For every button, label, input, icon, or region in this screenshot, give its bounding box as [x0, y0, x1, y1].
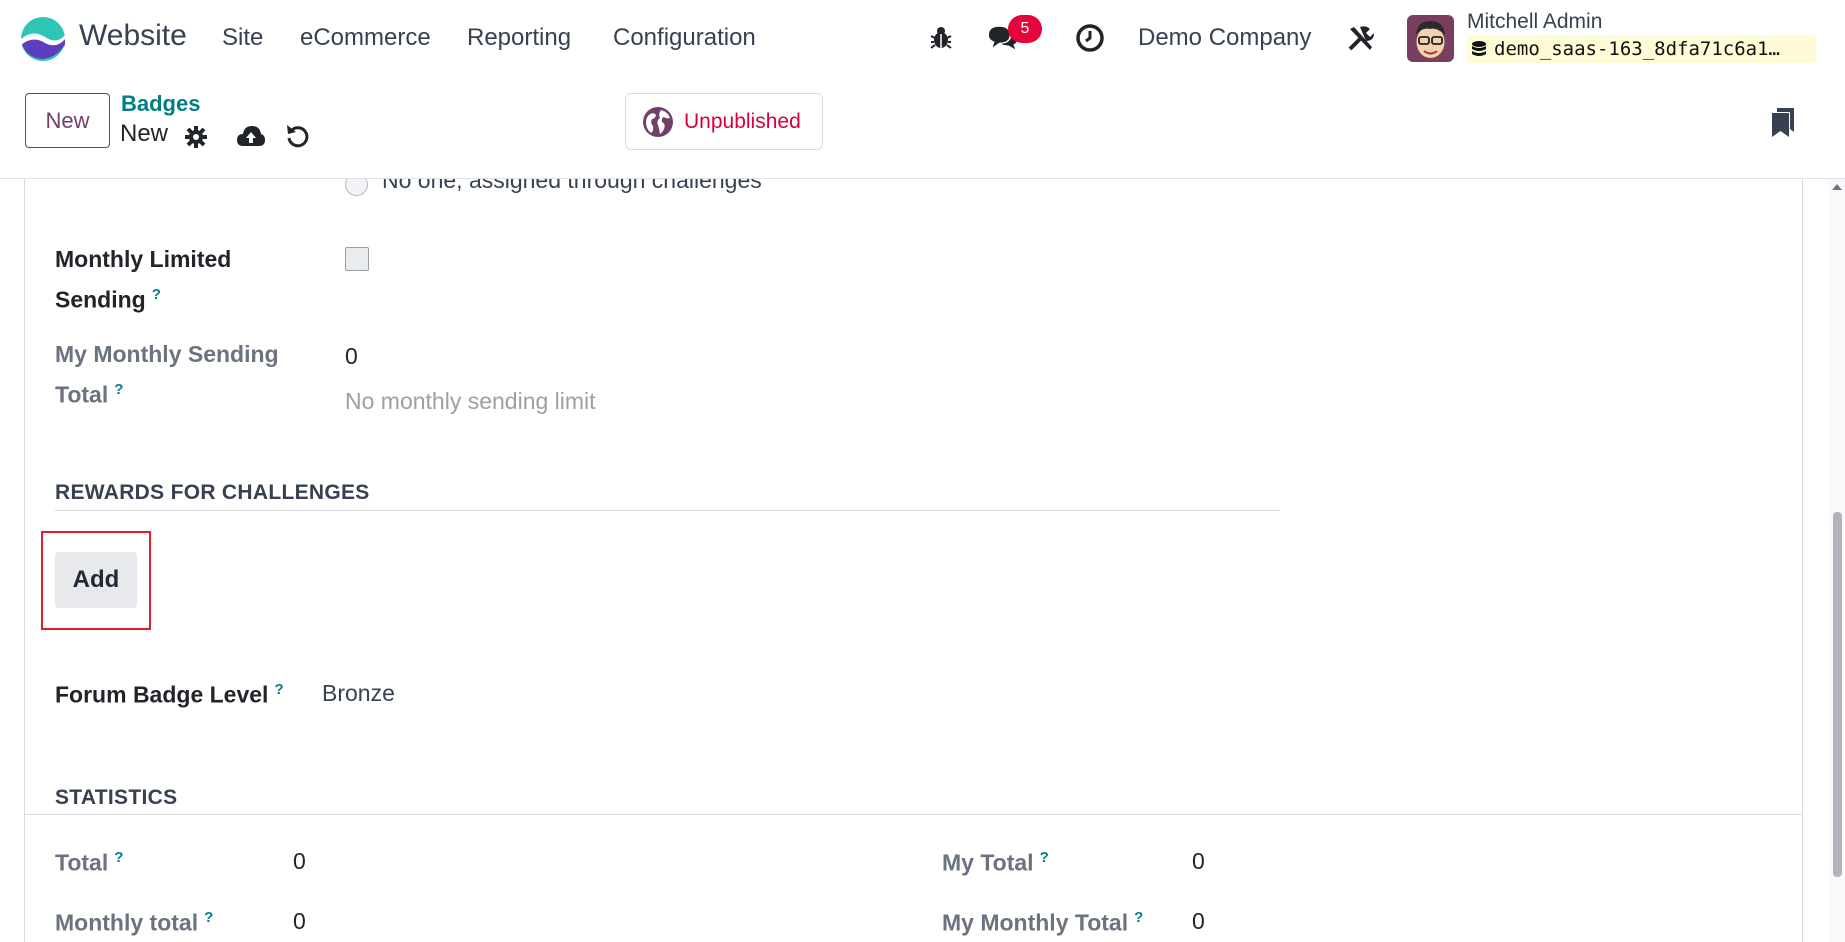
database-label: demo_saas-163_8dfa71c6a1… — [1494, 38, 1780, 60]
statistics-section-title: STATISTICS — [55, 786, 178, 809]
add-button[interactable]: Add — [55, 552, 137, 608]
rewards-divider — [55, 510, 1280, 511]
monthly-limited-label: Monthly Limited Sending? — [55, 241, 231, 318]
new-button[interactable]: New — [25, 93, 110, 148]
scroll-up-icon[interactable] — [1831, 181, 1843, 193]
my-monthly-sending-label-line1: My Monthly Sending — [55, 341, 279, 367]
menu-site[interactable]: Site — [222, 24, 263, 52]
app-logo-icon[interactable] — [19, 15, 67, 63]
cloud-upload-icon[interactable] — [236, 122, 266, 150]
stat-my-total-value: 0 — [1192, 848, 1205, 874]
radio-no-one-label: No one, assigned through challenges — [382, 179, 762, 193]
stat-my-total-text: My Total — [942, 849, 1034, 876]
stat-total-text: Total — [55, 849, 109, 876]
undo-icon[interactable] — [284, 122, 312, 150]
stat-monthly-total-label: Monthly total? — [55, 900, 213, 941]
database-name: demo_saas-163_8dfa71c6a1… — [1467, 35, 1816, 63]
publish-status-label: Unpublished — [684, 109, 801, 133]
scrollbar-thumb[interactable] — [1833, 512, 1842, 877]
messages-count-badge: 5 — [1008, 15, 1042, 43]
my-monthly-sending-value: 0 — [345, 343, 358, 369]
forum-badge-level-label: Forum Badge Level? — [55, 672, 284, 713]
control-panel: New Badges New Unpublished — [0, 78, 1845, 179]
stat-my-monthly-total-text: My Monthly Total — [942, 909, 1129, 936]
rewards-section-title: REWARDS FOR CHALLENGES — [55, 481, 370, 504]
publish-toggle[interactable]: Unpublished — [625, 93, 823, 150]
stat-my-monthly-total-value: 0 — [1192, 908, 1205, 934]
bug-icon[interactable] — [925, 22, 957, 54]
gear-icon[interactable] — [183, 124, 209, 150]
breadcrumb-badges[interactable]: Badges — [121, 91, 200, 117]
top-navbar: Website Site eCommerce Reporting Configu… — [0, 0, 1845, 78]
no-limit-hint: No monthly sending limit — [345, 388, 596, 414]
form-sheet: No one, assigned through challenges Mont… — [24, 179, 1803, 942]
help-tooltip[interactable]: ? — [204, 909, 213, 926]
my-monthly-sending-label: My Monthly Sending Total? — [55, 336, 279, 413]
statistics-divider — [25, 814, 1802, 815]
globe-icon — [643, 106, 673, 137]
bookmark-icon[interactable] — [1769, 105, 1797, 139]
monthly-limited-label-line2: Sending — [55, 286, 146, 313]
tools-icon[interactable] — [1345, 22, 1377, 54]
company-switcher[interactable]: Demo Company — [1138, 24, 1311, 52]
user-name[interactable]: Mitchell Admin — [1467, 10, 1602, 34]
radio-no-one[interactable] — [345, 179, 368, 196]
stat-total-label: Total? — [55, 840, 123, 881]
clock-icon[interactable] — [1074, 22, 1106, 54]
help-tooltip[interactable]: ? — [1134, 909, 1143, 926]
help-tooltip[interactable]: ? — [1040, 849, 1049, 866]
menu-ecommerce[interactable]: eCommerce — [300, 24, 431, 52]
avatar[interactable] — [1407, 15, 1454, 62]
help-tooltip[interactable]: ? — [274, 681, 283, 698]
stat-my-total-label: My Total? — [942, 840, 1049, 881]
help-tooltip[interactable]: ? — [152, 286, 161, 303]
help-tooltip[interactable]: ? — [114, 849, 123, 866]
menu-configuration[interactable]: Configuration — [613, 24, 756, 52]
forum-badge-level-text: Forum Badge Level — [55, 681, 269, 708]
monthly-limited-checkbox[interactable] — [345, 247, 369, 271]
forum-badge-level-select[interactable]: Bronze — [322, 680, 395, 707]
stat-my-monthly-total-label: My Monthly Total? — [942, 900, 1143, 941]
menu-reporting[interactable]: Reporting — [467, 24, 571, 52]
app-name[interactable]: Website — [79, 19, 187, 53]
my-monthly-sending-label-line2: Total — [55, 381, 109, 408]
stat-monthly-total-value: 0 — [293, 908, 306, 934]
monthly-limited-label-line1: Monthly Limited — [55, 246, 232, 272]
help-tooltip[interactable]: ? — [114, 381, 123, 398]
stat-monthly-total-text: Monthly total — [55, 909, 199, 936]
stat-total-value: 0 — [293, 848, 306, 874]
breadcrumb-current: New — [120, 120, 169, 147]
database-icon — [1472, 41, 1486, 56]
